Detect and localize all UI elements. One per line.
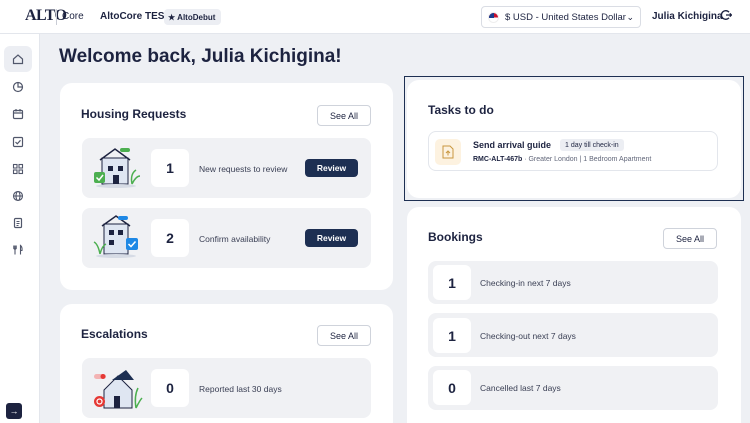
tasks-title: Tasks to do	[428, 103, 494, 117]
top-bar: ALTO Core AltoCore TEST ★ AltoDebut $ US…	[0, 0, 750, 34]
globe-icon[interactable]	[4, 183, 32, 209]
expand-sidebar-button[interactable]: →	[6, 403, 22, 419]
analytics-icon[interactable]	[4, 74, 32, 100]
alto-logo[interactable]: ALTO	[25, 7, 67, 25]
checking-out-count: 1	[433, 318, 471, 353]
checking-in-label: Checking-in next 7 days	[480, 278, 571, 288]
housing-see-all-button[interactable]: See All	[317, 105, 372, 126]
review-new-requests-button[interactable]: Review	[305, 159, 358, 177]
cancelled-count: 0	[433, 370, 471, 405]
home-icon[interactable]	[4, 46, 32, 72]
task-details: RMC-ALT-467b · Greater London | 1 Bedroo…	[473, 156, 651, 163]
new-requests-label: New requests to review	[199, 164, 288, 174]
escalations-title: Escalations	[81, 327, 148, 341]
us-flag-icon	[488, 11, 499, 23]
confirm-availability-label: Confirm availability	[199, 234, 271, 244]
bookings-row[interactable]	[428, 261, 718, 304]
user-name[interactable]: Julia Kichigina	[652, 11, 723, 22]
document-upload-icon	[435, 139, 461, 165]
environment-badge-label: AltoDebut	[177, 12, 216, 22]
escalations-count: 0	[151, 369, 189, 407]
calendar-icon[interactable]	[4, 101, 32, 127]
house-escalation-illustration	[94, 370, 143, 409]
currency-select[interactable]: $ USD - United States Dollar ⌄	[481, 6, 641, 28]
sidebar: →	[0, 34, 40, 423]
task-reference: RMC-ALT-467b	[473, 156, 523, 163]
core-label: Core	[62, 11, 84, 22]
escalations-see-all-button[interactable]: See All	[317, 325, 372, 346]
review-availability-button[interactable]: Review	[305, 229, 358, 247]
currency-value: $ USD - United States Dollar	[505, 11, 626, 23]
bookings-see-all-button[interactable]: See All	[663, 228, 718, 249]
task-due-chip: 1 day till check-in	[560, 139, 624, 151]
confirm-availability-count: 2	[151, 219, 189, 257]
checking-in-count: 1	[433, 265, 471, 300]
task-item[interactable]: Send arrival guide 1 day till check-in R…	[428, 131, 718, 171]
house-review-illustration	[94, 148, 141, 188]
logout-icon[interactable]	[720, 9, 733, 24]
arrow-right-icon: →	[9, 406, 19, 416]
housing-requests-title: Housing Requests	[81, 107, 187, 121]
page-title: Welcome back, Julia Kichigina!	[59, 46, 342, 67]
escalations-label: Reported last 30 days	[199, 384, 282, 394]
app-name: AltoCore TEST	[100, 11, 171, 22]
dining-icon[interactable]	[4, 237, 32, 263]
apps-grid-icon[interactable]	[4, 156, 32, 182]
star-icon: ★	[168, 12, 176, 22]
documents-icon[interactable]	[4, 210, 32, 236]
task-title: Send arrival guide	[473, 140, 552, 150]
new-requests-count: 1	[151, 149, 189, 187]
bookings-row[interactable]	[428, 366, 718, 410]
checking-out-label: Checking-out next 7 days	[480, 331, 576, 341]
bookings-title: Bookings	[428, 230, 483, 244]
house-availability-illustration	[93, 215, 138, 258]
environment-badge: ★ AltoDebut	[164, 9, 222, 25]
task-location: · Greater London | 1 Bedroom Apartment	[522, 156, 652, 163]
tasks-icon[interactable]	[4, 129, 32, 155]
logo-divider	[56, 9, 57, 25]
chevron-down-icon: ⌄	[626, 11, 634, 22]
cancelled-label: Cancelled last 7 days	[480, 383, 561, 393]
